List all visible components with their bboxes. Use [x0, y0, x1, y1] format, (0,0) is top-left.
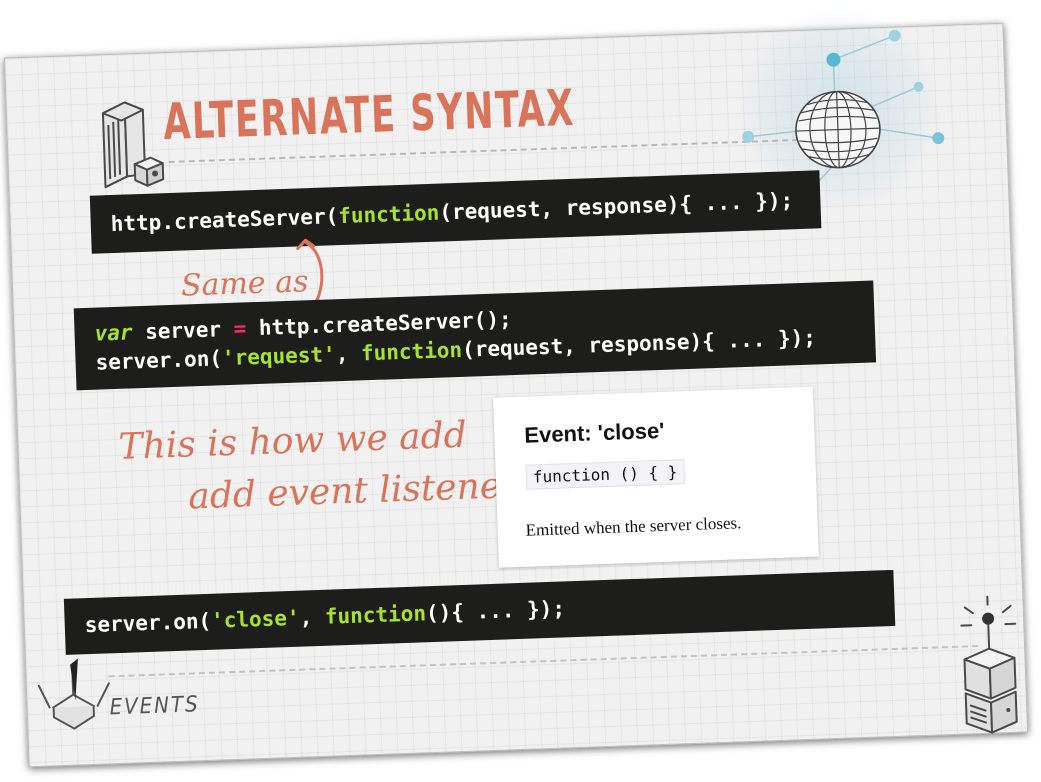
antenna-server-icon — [960, 595, 1018, 734]
slide: ALTERNATE SYNTAX http.createServer(funct… — [3, 6, 1029, 768]
code-line: server.on('close', function(){ ... }); — [84, 583, 895, 640]
footer-section-label: EVENTS — [109, 692, 201, 721]
code-token: = — [233, 316, 247, 341]
code-block-server-on-close: server.on('close', function(){ ... }); — [63, 569, 896, 655]
code-token: , — [335, 341, 362, 367]
same-as-annotation: Same as — [180, 264, 309, 304]
slide-backdrop: ALTERNATE SYNTAX http.createServer(funct… — [0, 0, 1041, 782]
slide-title: ALTERNATE SYNTAX — [162, 78, 576, 152]
code-token: server.on( — [95, 346, 223, 375]
code-token: function — [324, 601, 427, 629]
server-rack-icon — [101, 101, 165, 189]
note-line-2: add event listeners — [187, 464, 538, 518]
footer-divider — [108, 645, 979, 678]
docs-description: Emitted when the server closes. — [525, 513, 742, 540]
code-token: , — [299, 604, 326, 630]
code-token: server.on( — [84, 608, 212, 638]
code-token: function — [337, 200, 440, 229]
code-token: (request, response){ ... }); — [438, 188, 794, 225]
code-token: http.createServer( — [110, 204, 339, 237]
note-line-1: This is how we add — [117, 414, 468, 468]
code-token: server — [132, 316, 235, 345]
code-block-create-server: http.createServer(function(request, resp… — [89, 170, 822, 254]
docs-signature: function () { } — [525, 459, 685, 490]
docs-card: Event: 'close' function () { } Emitted w… — [493, 386, 819, 568]
code-token: 'request' — [221, 342, 337, 371]
code-token: 'close' — [210, 605, 301, 633]
docs-event-heading: Event: 'close' — [523, 417, 665, 448]
code-token: var — [94, 320, 133, 346]
satellite-dish-icon — [37, 658, 110, 730]
code-token: (){ ... }); — [425, 596, 566, 626]
code-line: http.createServer(function(request, resp… — [110, 185, 821, 239]
code-token: function — [360, 337, 463, 366]
